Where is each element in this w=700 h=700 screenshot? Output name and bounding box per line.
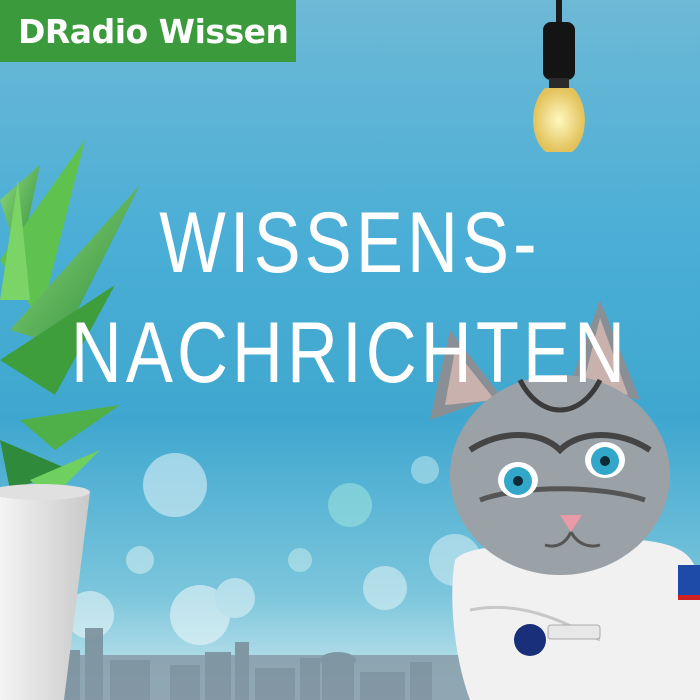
bokeh-lights: [24, 453, 481, 645]
title-line-2: NACHRICHTEN: [70, 305, 630, 401]
brand-logo: DRadio Wissen: [0, 0, 296, 62]
light-bulb-illustration: [533, 0, 585, 152]
brand-name: DRadio Wissen: [18, 11, 289, 51]
title-line-1: WISSENS-: [159, 195, 541, 291]
podcast-cover: DRadio Wissen WISSENS- NACHRICHTEN: [0, 0, 700, 700]
